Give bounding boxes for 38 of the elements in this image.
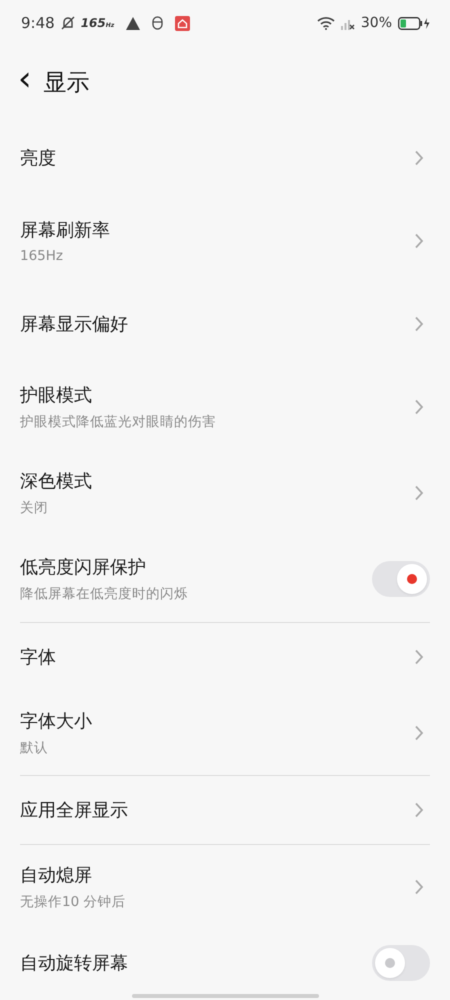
setting-title: 亮度 xyxy=(20,147,56,170)
setting-title: 字体大小 xyxy=(20,710,92,733)
chevron-icon[interactable] xyxy=(414,879,424,895)
setting-subtitle: 默认 xyxy=(20,739,49,757)
chevron-icon[interactable] xyxy=(414,399,424,415)
page-title: 显示 xyxy=(44,68,90,98)
setting-title: 自动熄屏 xyxy=(20,864,93,887)
setting-title: 屏幕显示偏好 xyxy=(20,313,128,336)
chevron-icon[interactable] xyxy=(414,150,424,166)
setting-title: 深色模式 xyxy=(20,470,92,493)
bell-off-icon xyxy=(60,16,75,30)
setting-title: 字体 xyxy=(20,646,56,669)
chevron-icon[interactable] xyxy=(414,725,424,741)
setting-title: 护眼模式 xyxy=(20,384,93,407)
chevron-icon[interactable] xyxy=(414,802,424,818)
status-time: 9:48 xyxy=(21,14,55,32)
setting-title: 屏幕刷新率 xyxy=(20,219,110,242)
setting-subtitle: 无操作10 分钟后 xyxy=(20,893,126,911)
setting-subtitle: 降低屏幕在低亮度时的闪烁 xyxy=(20,585,188,603)
setting-title: 低亮度闪屏保护 xyxy=(20,556,147,579)
chevron-icon[interactable] xyxy=(414,649,424,665)
toggle-switch[interactable] xyxy=(372,561,430,597)
setting-title: 应用全屏显示 xyxy=(20,799,128,822)
toggle-switch[interactable] xyxy=(372,945,430,981)
setting-title: 自动旋转屏幕 xyxy=(20,952,128,975)
chevron-icon[interactable] xyxy=(414,316,424,332)
chevron-icon[interactable] xyxy=(414,485,424,501)
back-button[interactable]: ‹ xyxy=(18,62,36,102)
wifi-icon xyxy=(316,16,335,30)
home-app-icon xyxy=(175,16,190,30)
setting-subtitle: 关闭 xyxy=(20,499,49,517)
setting-subtitle: 165Hz xyxy=(20,248,64,264)
warning-icon xyxy=(126,16,140,30)
battery-charging-icon xyxy=(398,16,430,30)
setting-subtitle: 护眼模式降低蓝光对眼睛的伤害 xyxy=(20,413,216,431)
mouse-icon xyxy=(152,16,164,30)
battery-percent: 30% xyxy=(360,15,392,31)
chevron-icon[interactable] xyxy=(414,233,424,249)
